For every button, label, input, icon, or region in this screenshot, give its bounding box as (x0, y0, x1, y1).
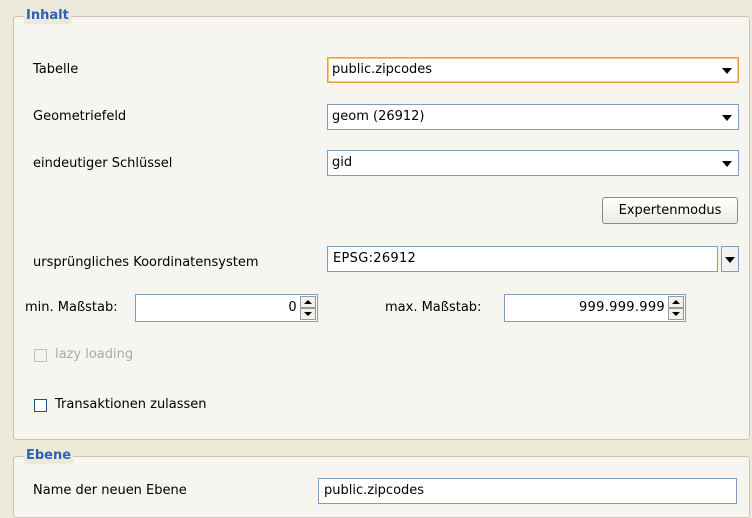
allow-transactions-label: Transaktionen zulassen (55, 397, 207, 412)
spin-down-icon[interactable] (668, 308, 684, 320)
lazy-loading-label: lazy loading (55, 347, 134, 362)
ebene-legend: Ebene (24, 448, 74, 464)
unique-key-combobox[interactable]: gid (327, 150, 739, 176)
max-scale-spin-buttons (668, 296, 684, 320)
table-label: Tabelle (33, 62, 79, 77)
unique-key-combobox-value: gid (332, 155, 353, 170)
allow-transactions-checkbox[interactable] (34, 399, 47, 412)
spin-up-icon[interactable] (668, 296, 684, 308)
min-scale-spinbox[interactable]: 0 (135, 294, 318, 322)
source-crs-label: ursprüngliches Koordinatensystem (33, 255, 259, 270)
geometry-field-label: Geometriefeld (33, 109, 127, 124)
inhalt-legend: Inhalt (24, 8, 71, 24)
max-scale-label: max. Maßstab: (385, 300, 482, 315)
min-scale-label: min. Maßstab: (25, 300, 118, 315)
table-combobox-value: public.zipcodes (332, 62, 433, 77)
min-scale-value: 0 (288, 300, 297, 315)
expert-mode-button[interactable]: Expertenmodus (602, 197, 738, 224)
chevron-down-icon (725, 257, 735, 263)
spin-down-icon[interactable] (300, 308, 316, 320)
table-combobox[interactable]: public.zipcodes (327, 57, 739, 83)
chevron-down-icon (722, 68, 732, 74)
layer-name-input[interactable]: public.zipcodes (318, 478, 737, 504)
source-crs-combobox[interactable]: EPSG:26912 (327, 246, 739, 272)
source-crs-input[interactable]: EPSG:26912 (327, 246, 718, 272)
lazy-loading-checkbox[interactable] (34, 349, 47, 362)
unique-key-label: eindeutiger Schlüssel (33, 156, 173, 171)
geometry-field-combobox[interactable]: geom (26912) (327, 104, 739, 130)
chevron-down-icon (722, 115, 732, 121)
min-scale-spin-buttons (300, 296, 316, 320)
source-crs-dropdown-button[interactable] (721, 246, 739, 272)
max-scale-value: 999.999.999 (578, 300, 665, 315)
chevron-down-icon (722, 161, 732, 167)
spin-up-icon[interactable] (300, 296, 316, 308)
geometry-field-combobox-value: geom (26912) (332, 109, 425, 124)
layer-name-label: Name der neuen Ebene (33, 483, 187, 498)
max-scale-spinbox[interactable]: 999.999.999 (504, 294, 686, 322)
